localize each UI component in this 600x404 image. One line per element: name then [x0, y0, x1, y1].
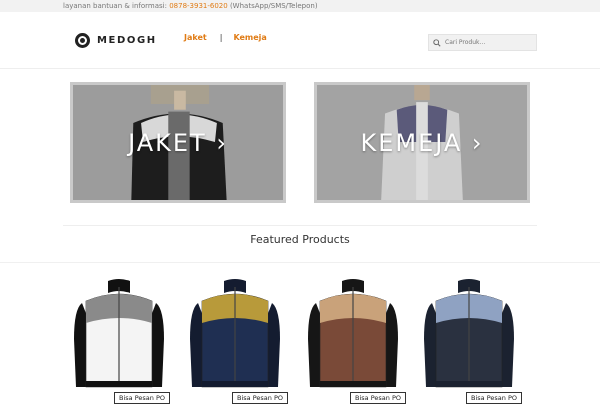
top-info-bar: layanan bantuan & informasi: 0878-3931-6…: [0, 0, 600, 12]
site-logo[interactable]: MEDOGH: [75, 32, 157, 48]
site-header: MEDOGH Jaket | Kemeja: [0, 12, 600, 69]
banner-label-kemeja: KEMEJA ›: [360, 129, 484, 157]
search-icon: [433, 38, 441, 47]
product-image: [64, 269, 174, 401]
product-image: [298, 269, 408, 401]
main-nav: Jaket | Kemeja: [184, 33, 267, 42]
nav-separator: |: [219, 33, 223, 42]
po-badge: Bisa Pesan PO: [350, 392, 406, 404]
product-card[interactable]: Bisa Pesan PO: [180, 269, 290, 404]
po-badge: Bisa Pesan PO: [114, 392, 170, 404]
search-input[interactable]: [445, 39, 535, 46]
nav-link-kemeja[interactable]: Kemeja: [233, 33, 266, 42]
featured-products-title: Featured Products: [250, 233, 350, 246]
search-box[interactable]: [428, 34, 537, 51]
banner-jaket[interactable]: JAKET ›: [70, 82, 286, 203]
logo-text: MEDOGH: [97, 34, 157, 46]
section-divider: [63, 225, 537, 226]
product-image: [180, 269, 290, 401]
po-badge: Bisa Pesan PO: [232, 392, 288, 404]
banner-kemeja[interactable]: KEMEJA ›: [314, 82, 530, 203]
contact-methods: (WhatsApp/SMS/Telepon): [229, 2, 318, 10]
info-label: layanan bantuan & informasi:: [63, 2, 167, 10]
banner-label-jaket: JAKET ›: [128, 129, 228, 157]
product-card[interactable]: Bisa Pesan PO: [298, 269, 408, 404]
product-card[interactable]: Bisa Pesan PO: [414, 269, 524, 404]
phone-number[interactable]: 0878-3931-6020: [169, 2, 228, 10]
product-card[interactable]: Bisa Pesan PO: [64, 269, 174, 404]
nav-link-jaket[interactable]: Jaket: [184, 33, 207, 42]
product-grid: Bisa Pesan PO Bisa Pesan PO Bisa Pesan P…: [0, 262, 600, 404]
po-badge: Bisa Pesan PO: [466, 392, 522, 404]
logo-icon: [75, 32, 90, 48]
product-image: [414, 269, 524, 401]
